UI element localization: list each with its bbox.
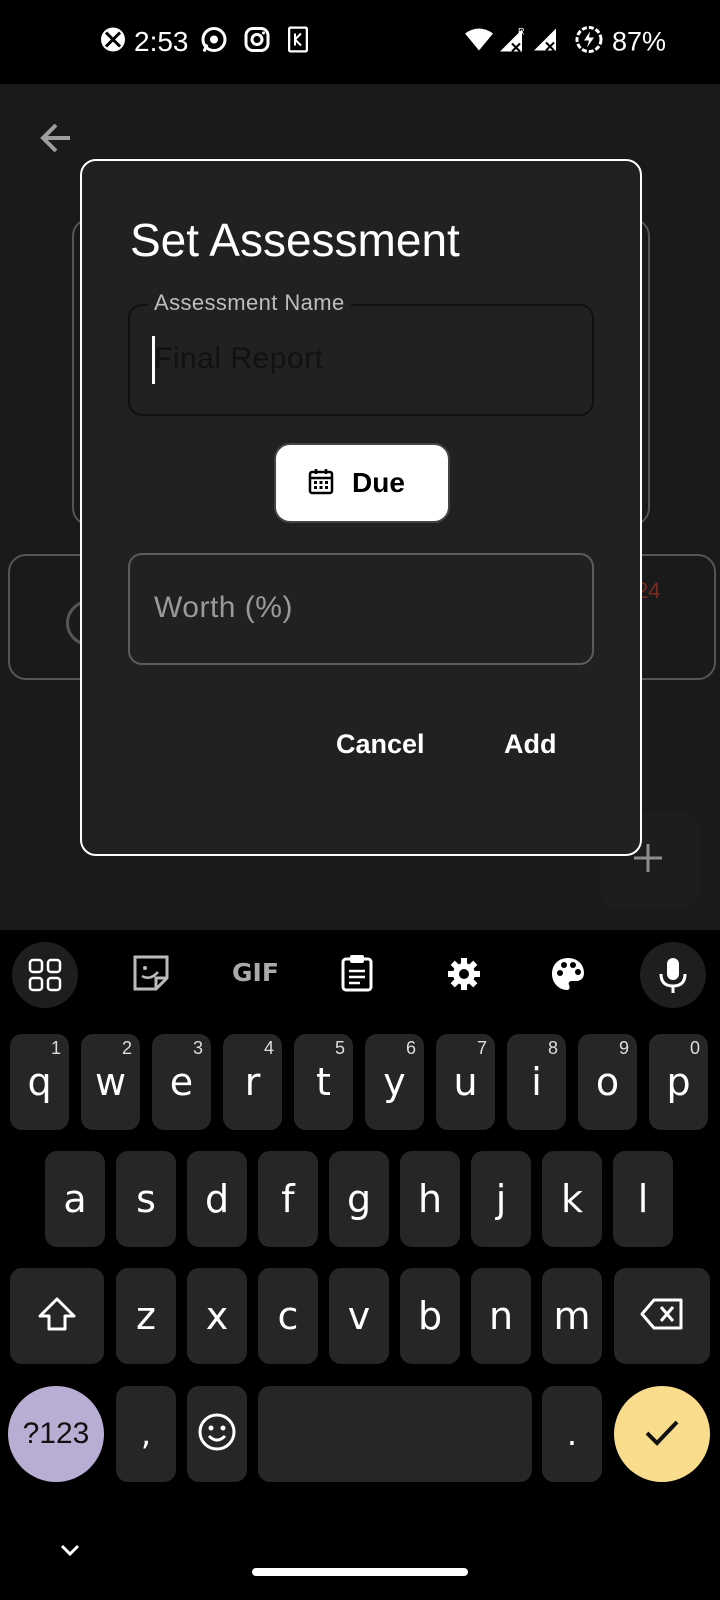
due-date-button[interactable]: Due xyxy=(274,443,450,523)
gif-icon[interactable]: GIF xyxy=(232,958,279,987)
space-key[interactable] xyxy=(258,1386,532,1482)
key-h[interactable]: h xyxy=(400,1151,460,1247)
key-j[interactable]: j xyxy=(471,1151,531,1247)
home-gesture-bar[interactable] xyxy=(252,1568,468,1576)
cancel-button[interactable]: Cancel xyxy=(336,729,425,760)
back-arrow-icon[interactable] xyxy=(36,118,76,163)
worth-placeholder: Worth (%) xyxy=(154,591,293,624)
backspace-key[interactable] xyxy=(614,1268,710,1364)
calendar-icon xyxy=(308,467,334,500)
backspace-icon xyxy=(640,1298,684,1334)
instagram-icon xyxy=(244,27,270,58)
key-s[interactable]: s xyxy=(116,1151,176,1247)
key-u[interactable]: u7 xyxy=(436,1034,495,1130)
settings-icon[interactable] xyxy=(446,956,482,997)
xbox-icon xyxy=(100,27,126,58)
key-a[interactable]: a xyxy=(45,1151,105,1247)
symbols-key[interactable]: ?123 xyxy=(8,1386,104,1482)
key-k[interactable]: k xyxy=(542,1151,602,1247)
key-z[interactable]: z xyxy=(116,1268,176,1364)
status-time: 2:53 xyxy=(134,26,189,57)
battery-saver-icon xyxy=(574,25,604,60)
due-button-label: Due xyxy=(352,467,405,498)
set-assessment-dialog: Set Assessment Assessment Name Final Rep… xyxy=(80,159,642,856)
clipboard-icon[interactable] xyxy=(340,954,374,997)
emoji-key[interactable] xyxy=(187,1386,247,1482)
shift-key[interactable] xyxy=(10,1268,104,1364)
wifi-icon xyxy=(464,28,494,57)
emoji-icon xyxy=(197,1412,237,1456)
key-y[interactable]: y6 xyxy=(365,1034,424,1130)
check-icon xyxy=(642,1416,682,1453)
signal-icon xyxy=(532,27,558,58)
whatsapp-icon xyxy=(200,26,228,59)
sticker-icon[interactable] xyxy=(132,954,170,997)
apps-grid-icon xyxy=(28,958,62,997)
key-w[interactable]: w2 xyxy=(81,1034,140,1130)
key-c[interactable]: c xyxy=(258,1268,318,1364)
key-e[interactable]: e3 xyxy=(152,1034,211,1130)
key-q[interactable]: q1 xyxy=(10,1034,69,1130)
key-g[interactable]: g xyxy=(329,1151,389,1247)
keyboard xyxy=(0,930,720,1600)
chevron-down-icon[interactable] xyxy=(56,1540,84,1565)
key-b[interactable]: b xyxy=(400,1268,460,1364)
key-v[interactable]: v xyxy=(329,1268,389,1364)
shift-icon xyxy=(37,1296,77,1336)
phone-screen: 2:53 R 87% 24 Set Assessment Assessment … xyxy=(0,0,720,1600)
svg-text:R: R xyxy=(518,27,524,37)
period-key[interactable]: . xyxy=(542,1386,602,1482)
key-n[interactable]: n xyxy=(471,1268,531,1364)
key-l[interactable]: l xyxy=(613,1151,673,1247)
assessment-name-placeholder: Final Report xyxy=(154,342,324,375)
enter-key[interactable] xyxy=(614,1386,710,1482)
key-i[interactable]: i8 xyxy=(507,1034,566,1130)
key-o[interactable]: o9 xyxy=(578,1034,637,1130)
key-t[interactable]: t5 xyxy=(294,1034,353,1130)
theme-palette-icon[interactable] xyxy=(550,956,586,997)
status-bar: 2:53 R 87% xyxy=(0,0,720,84)
battery-percent: 87% xyxy=(612,26,667,57)
assessment-name-label: Assessment Name xyxy=(148,290,351,316)
key-d[interactable]: d xyxy=(187,1151,247,1247)
mic-icon xyxy=(658,956,688,999)
key-x[interactable]: x xyxy=(187,1268,247,1364)
key-f[interactable]: f xyxy=(258,1151,318,1247)
k-app-icon xyxy=(287,26,309,58)
assessment-name-field[interactable]: Assessment Name Final Report xyxy=(128,290,594,416)
signal-r-icon: R xyxy=(498,26,525,59)
dialog-title: Set Assessment xyxy=(130,214,460,266)
comma-key[interactable]: , xyxy=(116,1386,176,1482)
key-p[interactable]: p0 xyxy=(649,1034,708,1130)
add-button[interactable]: Add xyxy=(504,729,556,760)
key-m[interactable]: m xyxy=(542,1268,602,1364)
worth-percent-field[interactable]: Worth (%) xyxy=(128,553,594,665)
key-r[interactable]: r4 xyxy=(223,1034,282,1130)
